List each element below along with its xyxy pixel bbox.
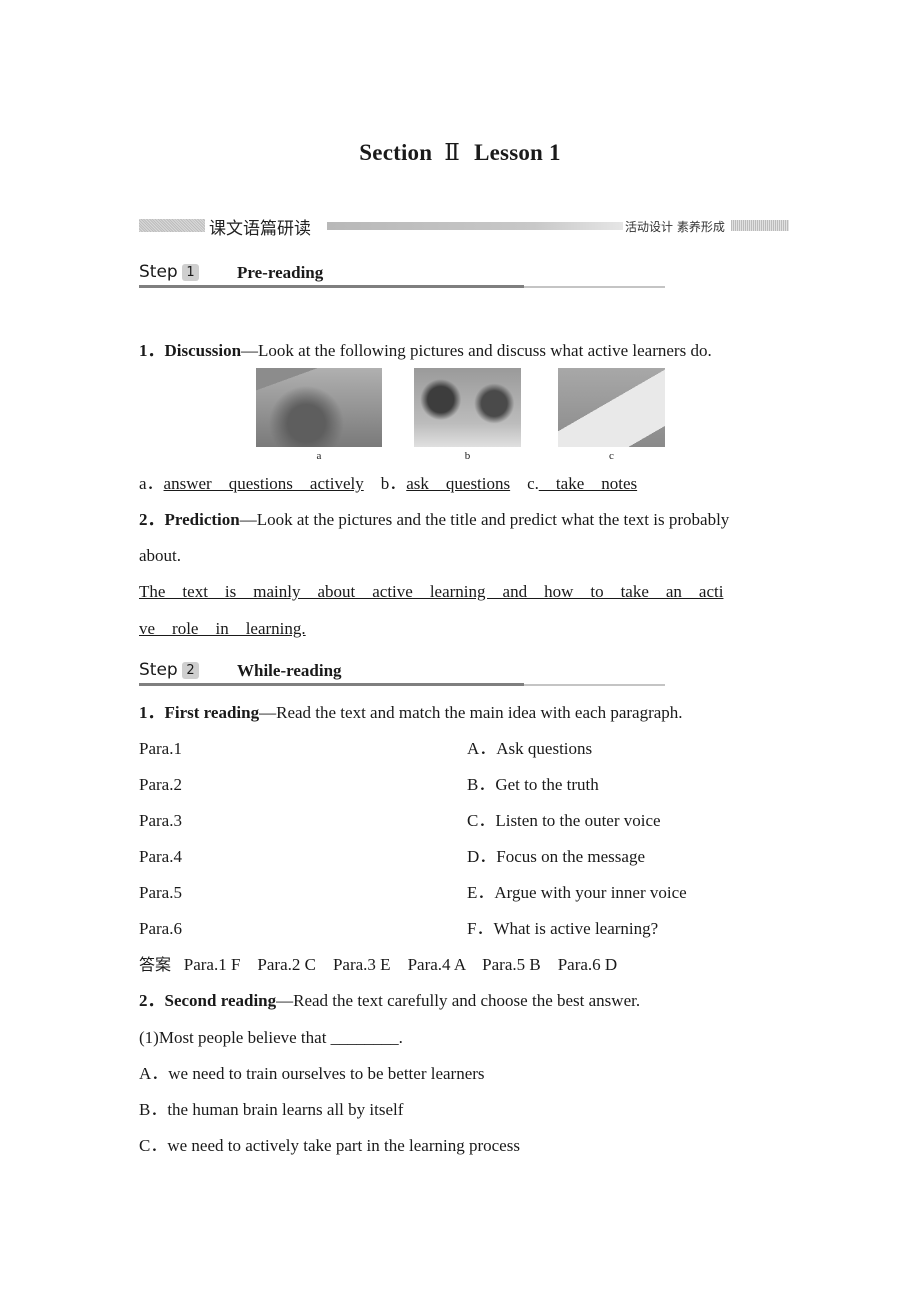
question-stem: (1)Most people believe that ________. (139, 1028, 403, 1047)
step-number-badge: 1 (182, 264, 199, 281)
picture-caption-b: b (464, 450, 471, 462)
prediction-instruction: 2．Prediction—Look at the pictures and th… (139, 510, 729, 530)
para-label: Para.3 (139, 811, 182, 830)
main-idea-option: B．Get to the truth (467, 775, 599, 794)
heading-rule-light (524, 286, 665, 288)
matching-answer: 答案 Para.1 F Para.2 C Para.3 E Para.4 A P… (139, 955, 617, 975)
prediction-answer-line-1: The text is mainly about active learning… (139, 582, 724, 601)
choice-c: C．we need to actively take part in the l… (139, 1136, 520, 1155)
item-number: 2． (139, 510, 165, 529)
para-label: Para.2 (139, 775, 182, 794)
item-label: First reading (164, 703, 260, 722)
heading-rule-light (524, 684, 665, 686)
item-label: Second reading (164, 991, 277, 1010)
page-title: Section Ⅱ Lesson 1 (0, 140, 920, 166)
choice-b: B．the human brain learns all by itself (139, 1100, 404, 1119)
discussion-instruction: 1．Discussion—Look at the following pictu… (139, 341, 712, 361)
step-title: Pre-reading (237, 263, 324, 282)
answer-value: Para.1 F Para.2 C Para.3 E Para.4 A Para… (183, 955, 618, 974)
banner-title: 课文语篇研读 (209, 219, 311, 239)
item-number: 2． (139, 991, 165, 1010)
answer-b-label: b． (380, 474, 407, 493)
para-label: Para.1 (139, 739, 182, 758)
main-idea-option: D．Focus on the message (467, 847, 646, 866)
prediction-answer-line-2: ve role in learning. (139, 619, 306, 638)
prediction-instruction-cont: about. (139, 546, 182, 565)
title-roman-numeral: Ⅱ (444, 140, 461, 165)
answer-b-value: ask__questions (406, 474, 511, 493)
title-lesson: Lesson 1 (474, 140, 561, 165)
heading-rule (139, 683, 524, 686)
item-label: Prediction (164, 510, 240, 529)
choice-a: A．we need to train ourselves to be bette… (139, 1064, 485, 1083)
answer-label: 答案 (139, 955, 172, 974)
heading-rule (139, 285, 524, 288)
section-banner: 课文语篇研读 活动设计 素养形成 (139, 214, 789, 239)
step-label: Step (139, 660, 178, 680)
main-idea-option: C．Listen to the outer voice (467, 811, 661, 830)
students-group-photo (414, 368, 521, 447)
step-number-badge: 2 (182, 662, 199, 679)
second-reading-instruction: 2．Second reading—Read the text carefully… (139, 991, 640, 1011)
title-section: Section (359, 140, 433, 165)
item-text: —Read the text carefully and choose the … (276, 991, 641, 1010)
discussion-answers: a．answer__questions__actively b．ask__que… (139, 474, 637, 494)
item-label: Discussion (164, 341, 242, 360)
item-text: —Look at the pictures and the title and … (239, 510, 730, 529)
step-label: Step (139, 262, 178, 282)
answer-c-value: __take__notes (538, 474, 638, 493)
item-text: —Look at the following pictures and disc… (241, 341, 712, 360)
para-label: Para.6 (139, 919, 182, 938)
para-label: Para.5 (139, 883, 182, 902)
banner-hatch-decoration (139, 219, 205, 232)
main-idea-option: F．What is active learning? (467, 919, 659, 938)
answer-c-label: c. (527, 474, 539, 493)
main-idea-option: A．Ask questions (467, 739, 593, 758)
item-text: —Read the text and match the main idea w… (259, 703, 683, 722)
banner-hatch-decoration (731, 220, 789, 231)
answer-a-value: answer__questions__actively (163, 474, 364, 493)
banner-subtitle: 活动设计 素养形成 (625, 220, 725, 234)
picture-caption-a: a (316, 450, 322, 462)
step-title: While-reading (237, 661, 342, 680)
banner-gradient-bar (327, 222, 623, 230)
note-taking-photo (558, 368, 665, 447)
main-idea-option: E．Argue with your inner voice (467, 883, 687, 902)
step-1-heading: Step 1 Pre-reading (139, 260, 665, 290)
picture-caption-c: c (609, 450, 614, 462)
answer-a-label: a． (139, 474, 164, 493)
para-label: Para.4 (139, 847, 182, 866)
item-number: 1． (139, 703, 165, 722)
step-2-heading: Step 2 While-reading (139, 658, 665, 688)
classroom-photo (256, 368, 382, 447)
item-number: 1． (139, 341, 165, 360)
first-reading-instruction: 1．First reading—Read the text and match … (139, 703, 683, 723)
